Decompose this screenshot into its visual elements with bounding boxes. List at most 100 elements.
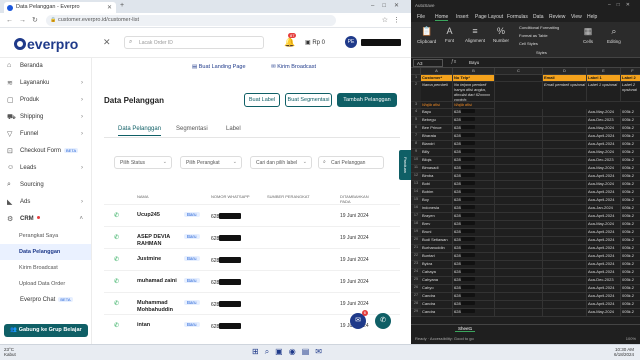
cell-styles-button[interactable]: Cell Styles <box>519 41 538 46</box>
header-cell[interactable]: Label 1 <box>587 75 621 82</box>
empty-cell[interactable] <box>495 285 543 293</box>
clipboard-group[interactable]: 📋 Clipboard <box>417 26 436 44</box>
phone-cell[interactable]: 628 <box>453 253 495 261</box>
table-row[interactable]: ✆ Muhammad Mohbahuddin Baru 628 19 Juni 2024 <box>104 292 400 314</box>
label2-cell[interactable]: 005k.2 <box>621 165 640 173</box>
phone-cell[interactable]: 628 <box>453 245 495 253</box>
empty-cell[interactable] <box>495 133 543 141</box>
font-group[interactable]: A Font <box>445 26 454 43</box>
phone-cell[interactable]: 628 <box>453 189 495 197</box>
sheet-tab[interactable]: Sheet1 <box>455 326 476 332</box>
spreadsheet-grid[interactable]: A B C D E F 1 Customer* No Telp* Email Label 1 Labe… <box>411 68 640 324</box>
empty-cell[interactable] <box>495 197 543 205</box>
sidebar-item-beranda[interactable]: ⌂ Beranda <box>0 58 91 75</box>
name-cell[interactable]: Bimba <box>421 173 453 181</box>
email-cell[interactable] <box>543 125 587 133</box>
name-cell[interactable]: Cahaya <box>421 269 453 277</box>
phone-cell[interactable]: 628 <box>453 261 495 269</box>
sidebar-item-crm[interactable]: ⚙ CRM ˄ <box>0 211 91 228</box>
label2-cell[interactable]: 005k.2 <box>621 213 640 221</box>
empty-cell[interactable] <box>495 253 543 261</box>
label1-cell[interactable]: Aca-May-2024 <box>587 125 621 133</box>
description-cell[interactable]: Label 2 opsional <box>621 82 640 102</box>
label2-cell[interactable]: 005k.2 <box>621 149 640 157</box>
email-cell[interactable] <box>543 229 587 237</box>
email-cell[interactable] <box>543 109 587 117</box>
description-cell[interactable]: No telpon pembeli hanya diisi angka, dim… <box>453 82 495 102</box>
phone-cell[interactable]: 628 <box>453 125 495 133</box>
label1-cell[interactable]: Aca-Jan-2024 <box>587 205 621 213</box>
email-cell[interactable] <box>543 237 587 245</box>
menu-page-layout[interactable]: Page Layout <box>475 14 503 20</box>
name-cell[interactable]: Cahyana <box>421 277 453 285</box>
label1-cell[interactable]: Aca-April-2024 <box>587 293 621 301</box>
close-tab-icon[interactable]: ✕ <box>107 4 112 11</box>
alignment-group[interactable]: ≡ Alignment <box>465 26 485 43</box>
name-cell[interactable]: Bharata <box>421 133 453 141</box>
empty-cell[interactable] <box>495 165 543 173</box>
label2-cell[interactable]: 005k.2 <box>621 237 640 245</box>
label1-cell[interactable]: Aca-April-2024 <box>587 269 621 277</box>
required-cell[interactable]: Wajib diisi <box>421 102 453 109</box>
label1-cell[interactable]: Aca-April-2024 <box>587 197 621 205</box>
empty-cell[interactable] <box>495 277 543 285</box>
label2-cell[interactable]: 005k.2 <box>621 269 640 277</box>
phone-cell[interactable]: 628 <box>453 277 495 285</box>
email-cell[interactable] <box>543 213 587 221</box>
email-cell[interactable] <box>543 269 587 277</box>
label2-cell[interactable]: 005k.2 <box>621 197 640 205</box>
empty-cell[interactable] <box>495 221 543 229</box>
label1-cell[interactable]: Aca-May-2024 <box>587 109 621 117</box>
empty-cell[interactable] <box>495 149 543 157</box>
label1-cell[interactable]: Aca-April-2024 <box>587 189 621 197</box>
menu-insert[interactable]: Insert <box>456 14 469 20</box>
name-box[interactable]: A3 <box>413 59 443 67</box>
empty-cell[interactable] <box>495 157 543 165</box>
table-row[interactable]: ✆ muhamad zaini Baru 628 19 Juni 2024 <box>104 270 400 292</box>
phone-cell[interactable]: 628 <box>453 141 495 149</box>
label2-cell[interactable]: 005k.2 <box>621 117 640 125</box>
label2-cell[interactable]: 005k.2 <box>621 109 640 117</box>
sidebar-item-sourcing[interactable]: ⌕ Sourcing <box>0 177 91 194</box>
name-cell[interactable]: Cahyo <box>421 285 453 293</box>
phone-cell[interactable]: 628 <box>453 181 495 189</box>
description-cell[interactable] <box>495 82 543 102</box>
label1-cell[interactable]: Aca-April-2024 <box>587 245 621 253</box>
email-cell[interactable] <box>543 141 587 149</box>
order-search-input[interactable]: ⌕ Lacak Order ID <box>124 36 264 49</box>
sidebar-item-checkout-form[interactable]: ⊡ Checkout Form BETA <box>0 143 91 160</box>
empty-cell[interactable] <box>495 109 543 117</box>
browser-toolbar-icons[interactable]: ☆⋮ <box>382 16 405 24</box>
name-cell[interactable]: Bimasadi <box>421 165 453 173</box>
empty-cell[interactable] <box>495 309 543 317</box>
phone-cell[interactable]: 628 <box>453 117 495 125</box>
name-cell[interactable]: Boy <box>421 197 453 205</box>
sidebar-sub-perangkat[interactable]: Perangkat Saya <box>0 228 91 244</box>
name-cell[interactable]: Bebegu <box>421 117 453 125</box>
empty-cell[interactable] <box>495 125 543 133</box>
label2-cell[interactable]: 005k.2 <box>621 181 640 189</box>
empty-cell[interactable] <box>495 229 543 237</box>
name-cell[interactable]: Candra <box>421 301 453 309</box>
tab-data-pelanggan[interactable]: Data Pelanggan <box>118 126 162 136</box>
menu-view[interactable]: View <box>571 14 582 20</box>
header-cell[interactable]: Customer* <box>421 75 453 82</box>
empty-cell[interactable] <box>495 173 543 181</box>
menu-help[interactable]: Help <box>587 14 597 20</box>
avatar[interactable]: PE <box>345 36 357 48</box>
menu-file[interactable]: File <box>417 14 425 20</box>
label1-cell[interactable]: Aca-May-2024 <box>587 149 621 157</box>
label1-cell[interactable]: Aca-April-2024 <box>587 213 621 221</box>
label1-cell[interactable]: Aca-April-2024 <box>587 301 621 309</box>
label2-cell[interactable]: 005k.2 <box>621 173 640 181</box>
label2-cell[interactable]: 005k.2 <box>621 277 640 285</box>
sidebar-item-everpro-chat[interactable]: Everpro Chat BETA <box>0 292 91 309</box>
join-group-button[interactable]: 👥 Gabung ke Grup Belajar <box>4 324 88 337</box>
name-cell[interactable]: Brayen <box>421 213 453 221</box>
label2-cell[interactable]: 005k.2 <box>621 133 640 141</box>
empty-cell[interactable] <box>495 141 543 149</box>
description-cell[interactable]: Email pembeli opsional <box>543 82 587 102</box>
email-cell[interactable] <box>543 157 587 165</box>
broadcast-link[interactable]: ✉ Kirim Broadcast <box>271 64 328 70</box>
system-clock[interactable]: 10:30 AM 6/18/2024 <box>614 347 634 357</box>
